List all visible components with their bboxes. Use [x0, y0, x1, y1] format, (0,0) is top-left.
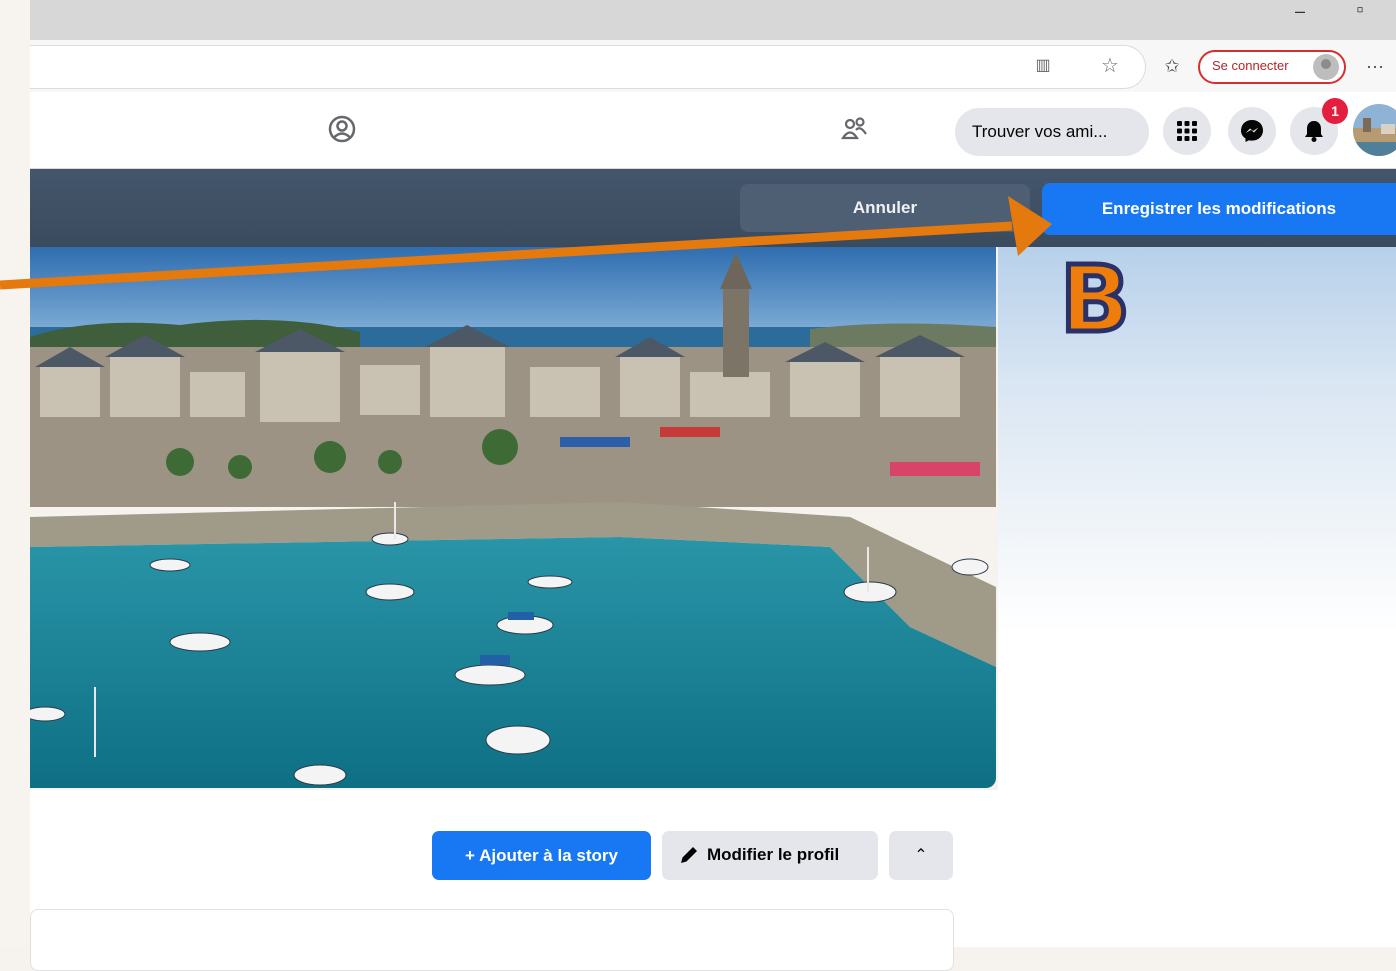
- address-bar[interactable]: [30, 45, 1146, 89]
- grid-menu-icon: [1177, 121, 1197, 141]
- friends-nav-icon[interactable]: [838, 112, 872, 146]
- annotation-label: B: [1057, 246, 1132, 353]
- menu-button[interactable]: [1163, 107, 1211, 155]
- browser-titlebar: [30, 0, 1396, 40]
- page-margin: [0, 0, 30, 947]
- add-to-story-label: + Ajouter à la story: [465, 846, 618, 865]
- chevron-up-icon: ⌃: [914, 847, 928, 864]
- immersive-reader-icon[interactable]: ▥: [1032, 55, 1054, 77]
- add-favorite-icon[interactable]: ☆: [1098, 54, 1122, 78]
- minimize-icon[interactable]: –: [1293, 2, 1307, 20]
- cover-photo[interactable]: [30, 247, 996, 788]
- messenger-button[interactable]: [1228, 107, 1276, 155]
- maximize-icon[interactable]: ▫: [1352, 0, 1368, 20]
- browser-signin-label: Se connecter: [1212, 58, 1289, 73]
- cover-side-background: [998, 247, 1396, 632]
- pencil-icon: [676, 842, 702, 868]
- notification-badge: 1: [1322, 98, 1348, 124]
- favorites-icon[interactable]: ✩: [1160, 54, 1184, 78]
- side-background: [998, 632, 1396, 792]
- more-options-icon[interactable]: ···: [1364, 54, 1386, 78]
- messenger-icon: [1241, 120, 1263, 142]
- cancel-label: Annuler: [852, 198, 918, 217]
- save-changes-label: Enregistrer les modifications: [1101, 199, 1337, 218]
- profile-tabs-card: [30, 909, 954, 971]
- find-friends-label: Trouver vos ami...: [972, 122, 1108, 141]
- profile-nav-icon[interactable]: [325, 112, 359, 146]
- edit-profile-label: Modifier le profil: [707, 845, 840, 864]
- browser-profile-avatar: [1313, 54, 1339, 80]
- account-avatar[interactable]: [1353, 104, 1396, 156]
